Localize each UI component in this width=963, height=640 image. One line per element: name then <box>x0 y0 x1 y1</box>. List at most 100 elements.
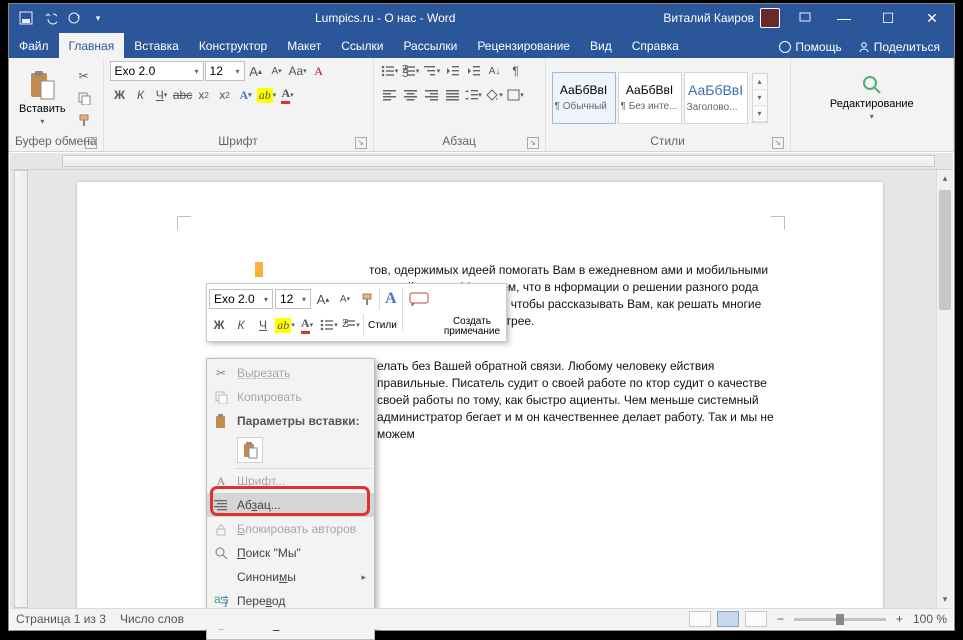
font-size-combo[interactable]: 12▾ <box>205 61 245 81</box>
mini-shrink-font-icon[interactable]: A▾ <box>335 289 355 309</box>
styles-gallery-expand[interactable]: ▴▾▾ <box>752 73 768 123</box>
increase-indent-icon[interactable] <box>464 61 484 81</box>
text-effects-icon[interactable]: A▾ <box>236 85 256 105</box>
ribbon-options-icon[interactable] <box>788 7 822 29</box>
scrollbar-thumb[interactable] <box>939 190 951 310</box>
underline-button[interactable]: Ч▾ <box>152 85 172 105</box>
tab-insert[interactable]: Вставка <box>124 33 189 58</box>
paste-button[interactable]: Вставить ▾ <box>15 67 70 128</box>
highlight-icon[interactable]: ab▾ <box>257 85 277 105</box>
user-area[interactable]: Виталий Каиров <box>655 8 788 28</box>
group-label: Абзац <box>442 134 476 148</box>
style-heading1[interactable]: АаБбВвIЗаголово... <box>684 72 748 124</box>
mini-underline-button[interactable]: Ч <box>253 315 273 335</box>
borders-icon[interactable]: ▾ <box>506 85 526 105</box>
zoom-level[interactable]: 100 % <box>913 612 947 626</box>
ctx-smart-lookup[interactable]: Поиск "Мы" <box>207 541 374 565</box>
paste-keep-source-button[interactable] <box>237 437 263 463</box>
horizontal-ruler[interactable] <box>10 153 953 170</box>
view-read-button[interactable] <box>689 611 711 627</box>
numbering-icon[interactable]: 123▾ <box>401 61 421 81</box>
tab-review[interactable]: Рецензирование <box>467 33 580 58</box>
undo-icon[interactable] <box>39 7 61 29</box>
mini-new-comment-button[interactable] <box>405 292 433 306</box>
show-marks-icon[interactable]: ¶ <box>506 61 526 81</box>
change-case-icon[interactable]: Aa▾ <box>288 61 308 81</box>
bullets-icon[interactable]: ▾ <box>380 61 400 81</box>
bold-button[interactable]: Ж <box>110 85 130 105</box>
vertical-scrollbar[interactable]: ▴▾ <box>936 170 953 608</box>
mini-bullets-icon[interactable]: ▾ <box>319 315 339 335</box>
justify-icon[interactable] <box>443 85 463 105</box>
italic-button[interactable]: К <box>131 85 151 105</box>
align-left-icon[interactable] <box>380 85 400 105</box>
ctx-copy[interactable]: Копировать <box>207 385 374 409</box>
dialog-launcher-icon[interactable]: ↘ <box>85 137 97 149</box>
ctx-font[interactable]: AШрифт... <box>207 469 374 493</box>
mini-size-combo[interactable]: 12▾ <box>275 289 311 309</box>
zoom-in-button[interactable]: + <box>892 612 907 626</box>
font-color-icon[interactable]: A▾ <box>278 85 298 105</box>
line-spacing-icon[interactable]: ▾ <box>464 85 484 105</box>
view-web-button[interactable] <box>745 611 767 627</box>
align-center-icon[interactable] <box>401 85 421 105</box>
mini-font-combo[interactable]: Exo 2.0▾ <box>209 289 273 309</box>
superscript-button[interactable]: x2 <box>215 85 235 105</box>
tab-view[interactable]: Вид <box>580 33 622 58</box>
qat-more-icon[interactable]: ▾ <box>87 7 109 29</box>
tab-help[interactable]: Справка <box>622 33 689 58</box>
status-page[interactable]: Страница 1 из 3 <box>16 612 106 626</box>
dialog-launcher-icon[interactable]: ↘ <box>772 137 784 149</box>
zoom-out-button[interactable]: − <box>773 612 788 626</box>
maximize-button[interactable]: ☐ <box>866 4 910 32</box>
editing-button[interactable]: Редактирование ▾ <box>826 72 918 123</box>
mini-styles-button[interactable]: A <box>382 290 400 308</box>
format-painter-icon[interactable] <box>74 110 94 130</box>
mini-italic-button[interactable]: К <box>231 315 251 335</box>
style-no-spacing[interactable]: АаБбВвI¶ Без инте... <box>618 72 682 124</box>
close-button[interactable]: ✕ <box>910 4 954 32</box>
ctx-paragraph[interactable]: Абзац... <box>207 493 374 517</box>
mini-font-color-icon[interactable]: A▾ <box>297 315 317 335</box>
page[interactable]: тов, одержимых идеей помогать Вам в ежед… <box>77 182 883 608</box>
decrease-indent-icon[interactable] <box>443 61 463 81</box>
zoom-slider[interactable] <box>794 618 886 621</box>
multilevel-icon[interactable]: ▾ <box>422 61 442 81</box>
shading-icon[interactable]: ▾ <box>485 85 505 105</box>
tell-me[interactable]: Помощь <box>771 36 849 58</box>
clear-format-icon[interactable]: A <box>309 61 329 81</box>
ctx-block-authors[interactable]: Блокировать авторов <box>207 517 374 541</box>
share-button[interactable]: Поделиться <box>850 36 948 58</box>
status-words[interactable]: Число слов <box>120 612 184 626</box>
grow-font-icon[interactable]: A▴ <box>246 61 266 81</box>
ctx-synonyms[interactable]: Синонимы▸ <box>207 565 374 589</box>
vertical-ruler[interactable] <box>10 170 32 608</box>
mini-highlight-icon[interactable]: ab▾ <box>275 315 295 335</box>
ctx-cut[interactable]: ✂Вырезать <box>207 361 374 385</box>
sort-icon[interactable]: A↓ <box>485 61 505 81</box>
tab-file[interactable]: Файл <box>9 33 59 58</box>
font-name-combo[interactable]: Exo 2.0▾ <box>110 61 204 81</box>
cut-icon[interactable]: ✂ <box>74 66 94 86</box>
tab-layout[interactable]: Макет <box>277 33 331 58</box>
strike-button[interactable]: abc <box>173 85 193 105</box>
tab-design[interactable]: Конструктор <box>189 33 277 58</box>
save-icon[interactable] <box>15 7 37 29</box>
redo-icon[interactable] <box>63 7 85 29</box>
mini-bold-button[interactable]: Ж <box>209 315 229 335</box>
shrink-font-icon[interactable]: A▾ <box>267 61 287 81</box>
tab-home[interactable]: Главная <box>59 33 125 58</box>
minimize-button[interactable]: — <box>822 4 866 32</box>
style-normal[interactable]: АаБбВвI¶ Обычный <box>552 72 616 124</box>
align-right-icon[interactable] <box>422 85 442 105</box>
view-print-button[interactable] <box>717 611 739 627</box>
copy-icon[interactable] <box>74 88 94 108</box>
tab-mailings[interactable]: Рассылки <box>393 33 467 58</box>
mini-grow-font-icon[interactable]: A▴ <box>313 289 333 309</box>
mini-numbering-icon[interactable]: 12▾ <box>341 315 361 335</box>
tab-references[interactable]: Ссылки <box>331 33 393 58</box>
dialog-launcher-icon[interactable]: ↘ <box>527 137 539 149</box>
dialog-launcher-icon[interactable]: ↘ <box>355 137 367 149</box>
mini-format-painter-icon[interactable] <box>357 289 377 309</box>
subscript-button[interactable]: x2 <box>194 85 214 105</box>
